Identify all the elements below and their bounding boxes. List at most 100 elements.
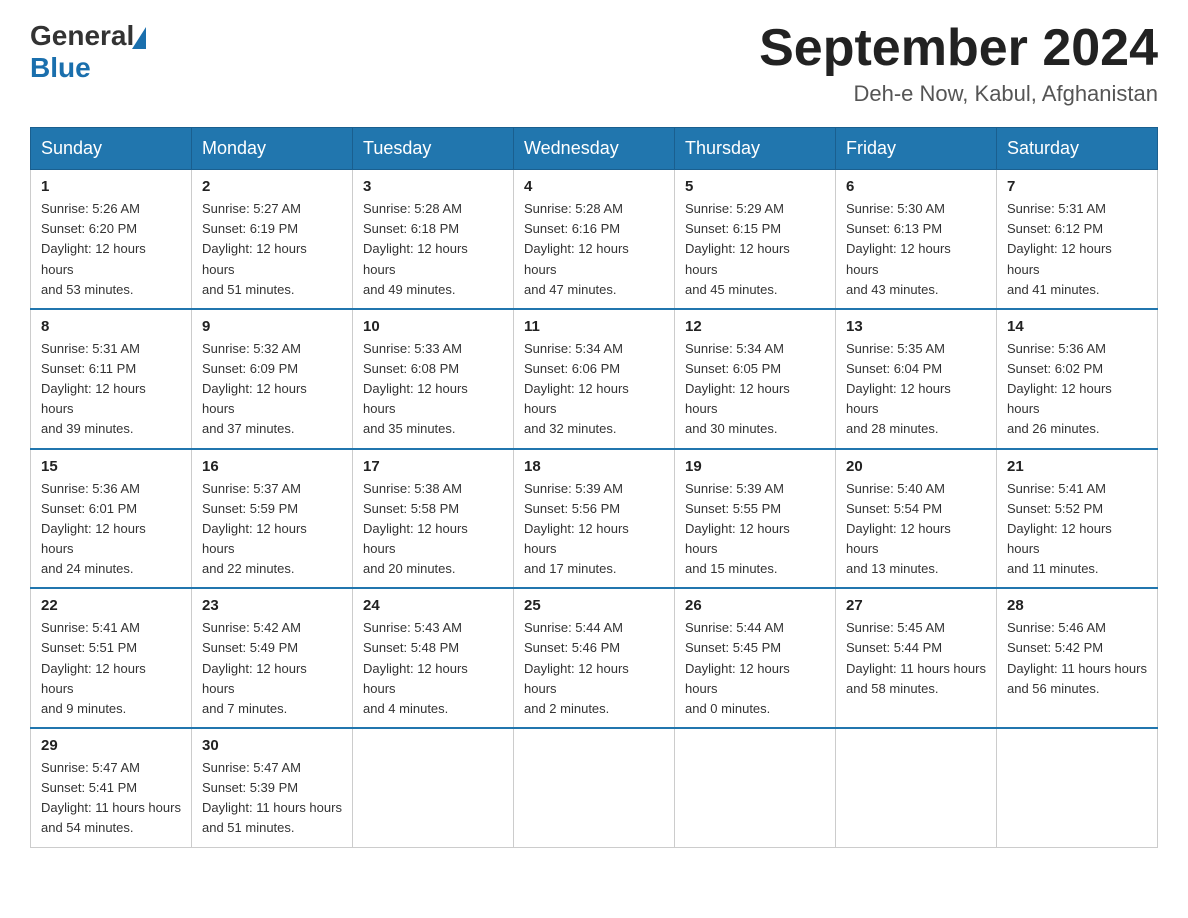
day-info: Sunrise: 5:37 AMSunset: 5:59 PMDaylight:…: [202, 479, 342, 580]
day-info: Sunrise: 5:47 AMSunset: 5:39 PMDaylight:…: [202, 758, 342, 839]
calendar-cell: [675, 728, 836, 847]
weekday-header-thursday: Thursday: [675, 128, 836, 170]
calendar-cell: 10 Sunrise: 5:33 AMSunset: 6:08 PMDayligh…: [353, 309, 514, 449]
calendar-cell: 27 Sunrise: 5:45 AMSunset: 5:44 PMDayligh…: [836, 588, 997, 728]
day-number: 7: [1007, 178, 1147, 195]
day-info: Sunrise: 5:31 AMSunset: 6:12 PMDaylight:…: [1007, 199, 1147, 300]
weekday-header-saturday: Saturday: [997, 128, 1158, 170]
calendar-cell: 21Sunrise: 5:41 AMSunset: 5:52 PMDayligh…: [997, 449, 1158, 589]
calendar-cell: 2 Sunrise: 5:27 AMSunset: 6:19 PMDaylight…: [192, 170, 353, 309]
calendar-cell: 30Sunrise: 5:47 AMSunset: 5:39 PMDayligh…: [192, 728, 353, 847]
calendar-cell: 4 Sunrise: 5:28 AMSunset: 6:16 PMDaylight…: [514, 170, 675, 309]
calendar-cell: 23 Sunrise: 5:42 AMSunset: 5:49 PMDayligh…: [192, 588, 353, 728]
day-number: 18: [524, 458, 664, 475]
calendar-cell: [353, 728, 514, 847]
day-number: 1: [41, 178, 181, 195]
calendar-cell: 5 Sunrise: 5:29 AMSunset: 6:15 PMDaylight…: [675, 170, 836, 309]
day-number: 23: [202, 597, 342, 614]
calendar-subtitle: Deh-e Now, Kabul, Afghanistan: [759, 81, 1158, 107]
calendar-cell: [514, 728, 675, 847]
logo-triangle-icon: [132, 27, 146, 49]
weekday-header-monday: Monday: [192, 128, 353, 170]
calendar-title: September 2024: [759, 20, 1158, 77]
calendar-week-row: 22Sunrise: 5:41 AMSunset: 5:51 PMDayligh…: [31, 588, 1158, 728]
calendar-cell: 12Sunrise: 5:34 AMSunset: 6:05 PMDayligh…: [675, 309, 836, 449]
day-info: Sunrise: 5:34 AMSunset: 6:06 PMDaylight:…: [524, 339, 664, 440]
day-number: 3: [363, 178, 503, 195]
day-info: Sunrise: 5:33 AMSunset: 6:08 PMDaylight:…: [363, 339, 503, 440]
calendar-week-row: 29 Sunrise: 5:47 AMSunset: 5:41 PMDayligh…: [31, 728, 1158, 847]
day-number: 9: [202, 318, 342, 335]
logo-blue: Blue: [30, 52, 91, 84]
day-number: 5: [685, 178, 825, 195]
weekday-header-friday: Friday: [836, 128, 997, 170]
weekday-header-row: SundayMondayTuesdayWednesdayThursdayFrid…: [31, 128, 1158, 170]
calendar-cell: [997, 728, 1158, 847]
calendar-cell: 22Sunrise: 5:41 AMSunset: 5:51 PMDayligh…: [31, 588, 192, 728]
day-info: Sunrise: 5:42 AMSunset: 5:49 PMDaylight:…: [202, 618, 342, 719]
day-number: 14: [1007, 318, 1147, 335]
calendar-week-row: 15Sunrise: 5:36 AMSunset: 6:01 PMDayligh…: [31, 449, 1158, 589]
day-number: 28: [1007, 597, 1147, 614]
calendar-cell: 18 Sunrise: 5:39 AMSunset: 5:56 PMDayligh…: [514, 449, 675, 589]
day-info: Sunrise: 5:28 AMSunset: 6:18 PMDaylight:…: [363, 199, 503, 300]
calendar-cell: 29 Sunrise: 5:47 AMSunset: 5:41 PMDayligh…: [31, 728, 192, 847]
day-info: Sunrise: 5:45 AMSunset: 5:44 PMDaylight:…: [846, 618, 986, 699]
calendar-cell: 13 Sunrise: 5:35 AMSunset: 6:04 PMDayligh…: [836, 309, 997, 449]
calendar-cell: 16 Sunrise: 5:37 AMSunset: 5:59 PMDayligh…: [192, 449, 353, 589]
day-number: 8: [41, 318, 181, 335]
day-info: Sunrise: 5:26 AMSunset: 6:20 PMDaylight:…: [41, 199, 181, 300]
day-number: 16: [202, 458, 342, 475]
calendar-cell: 15Sunrise: 5:36 AMSunset: 6:01 PMDayligh…: [31, 449, 192, 589]
calendar-cell: 11 Sunrise: 5:34 AMSunset: 6:06 PMDayligh…: [514, 309, 675, 449]
day-number: 11: [524, 318, 664, 335]
calendar-cell: 14Sunrise: 5:36 AMSunset: 6:02 PMDayligh…: [997, 309, 1158, 449]
day-info: Sunrise: 5:44 AMSunset: 5:46 PMDaylight:…: [524, 618, 664, 719]
day-number: 10: [363, 318, 503, 335]
day-info: Sunrise: 5:32 AMSunset: 6:09 PMDaylight:…: [202, 339, 342, 440]
day-info: Sunrise: 5:29 AMSunset: 6:15 PMDaylight:…: [685, 199, 825, 300]
calendar-table: SundayMondayTuesdayWednesdayThursdayFrid…: [30, 127, 1158, 847]
day-number: 6: [846, 178, 986, 195]
day-number: 4: [524, 178, 664, 195]
day-info: Sunrise: 5:27 AMSunset: 6:19 PMDaylight:…: [202, 199, 342, 300]
day-info: Sunrise: 5:30 AMSunset: 6:13 PMDaylight:…: [846, 199, 986, 300]
day-number: 29: [41, 737, 181, 754]
calendar-cell: 9 Sunrise: 5:32 AMSunset: 6:09 PMDaylight…: [192, 309, 353, 449]
day-number: 24: [363, 597, 503, 614]
logo-general: General: [30, 20, 134, 52]
day-number: 27: [846, 597, 986, 614]
weekday-header-tuesday: Tuesday: [353, 128, 514, 170]
day-number: 12: [685, 318, 825, 335]
day-info: Sunrise: 5:41 AMSunset: 5:51 PMDaylight:…: [41, 618, 181, 719]
calendar-week-row: 8 Sunrise: 5:31 AMSunset: 6:11 PMDaylight…: [31, 309, 1158, 449]
calendar-cell: 19Sunrise: 5:39 AMSunset: 5:55 PMDayligh…: [675, 449, 836, 589]
calendar-cell: 24Sunrise: 5:43 AMSunset: 5:48 PMDayligh…: [353, 588, 514, 728]
calendar-cell: 28 Sunrise: 5:46 AMSunset: 5:42 PMDayligh…: [997, 588, 1158, 728]
day-info: Sunrise: 5:40 AMSunset: 5:54 PMDaylight:…: [846, 479, 986, 580]
day-number: 26: [685, 597, 825, 614]
day-info: Sunrise: 5:39 AMSunset: 5:56 PMDaylight:…: [524, 479, 664, 580]
day-number: 2: [202, 178, 342, 195]
day-number: 15: [41, 458, 181, 475]
calendar-cell: 3 Sunrise: 5:28 AMSunset: 6:18 PMDaylight…: [353, 170, 514, 309]
day-info: Sunrise: 5:47 AMSunset: 5:41 PMDaylight:…: [41, 758, 181, 839]
day-info: Sunrise: 5:41 AMSunset: 5:52 PMDaylight:…: [1007, 479, 1147, 580]
page-header: General Blue September 2024 Deh-e Now, K…: [30, 20, 1158, 107]
day-info: Sunrise: 5:35 AMSunset: 6:04 PMDaylight:…: [846, 339, 986, 440]
logo: General Blue: [30, 20, 146, 84]
day-info: Sunrise: 5:28 AMSunset: 6:16 PMDaylight:…: [524, 199, 664, 300]
day-info: Sunrise: 5:31 AMSunset: 6:11 PMDaylight:…: [41, 339, 181, 440]
day-info: Sunrise: 5:39 AMSunset: 5:55 PMDaylight:…: [685, 479, 825, 580]
calendar-cell: [836, 728, 997, 847]
day-number: 25: [524, 597, 664, 614]
day-number: 13: [846, 318, 986, 335]
calendar-cell: 25 Sunrise: 5:44 AMSunset: 5:46 PMDayligh…: [514, 588, 675, 728]
day-info: Sunrise: 5:44 AMSunset: 5:45 PMDaylight:…: [685, 618, 825, 719]
day-info: Sunrise: 5:46 AMSunset: 5:42 PMDaylight:…: [1007, 618, 1147, 699]
calendar-cell: 7 Sunrise: 5:31 AMSunset: 6:12 PMDaylight…: [997, 170, 1158, 309]
calendar-week-row: 1 Sunrise: 5:26 AMSunset: 6:20 PMDaylight…: [31, 170, 1158, 309]
calendar-cell: 6 Sunrise: 5:30 AMSunset: 6:13 PMDaylight…: [836, 170, 997, 309]
weekday-header-sunday: Sunday: [31, 128, 192, 170]
calendar-cell: 26 Sunrise: 5:44 AMSunset: 5:45 PMDayligh…: [675, 588, 836, 728]
